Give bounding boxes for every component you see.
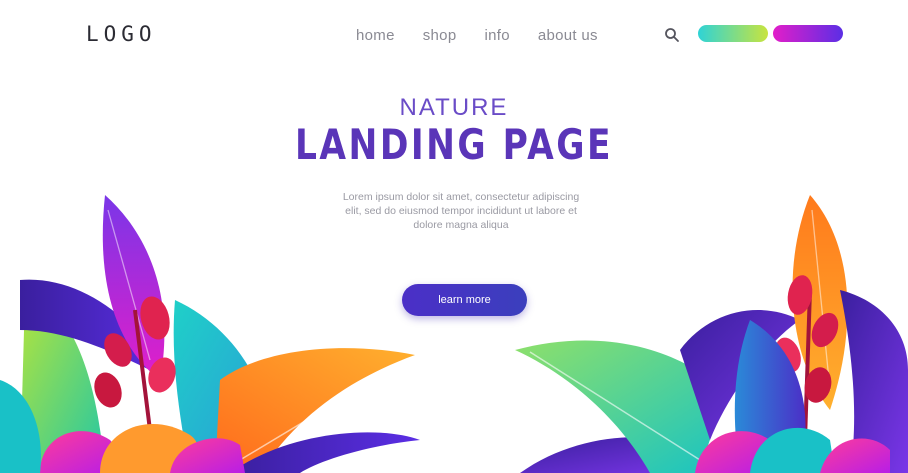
landing-page: LOGO home shop info about us NATURE LAND… (0, 0, 908, 473)
nav-about-us[interactable]: about us (538, 27, 598, 44)
search-icon[interactable] (664, 27, 680, 43)
header-button-primary[interactable] (698, 25, 768, 42)
hero-eyebrow: NATURE (399, 94, 509, 121)
hero-title: LANDING PAGE (295, 120, 613, 169)
header-button-secondary[interactable] (773, 25, 843, 42)
nav-info[interactable]: info (484, 27, 509, 44)
left-foliage-illustration (0, 195, 420, 473)
main-nav: home shop info about us (356, 24, 626, 46)
nav-home[interactable]: home (356, 27, 395, 44)
logo[interactable]: LOGO (86, 22, 157, 46)
right-foliage-illustration (515, 195, 908, 473)
nav-shop[interactable]: shop (423, 27, 457, 44)
